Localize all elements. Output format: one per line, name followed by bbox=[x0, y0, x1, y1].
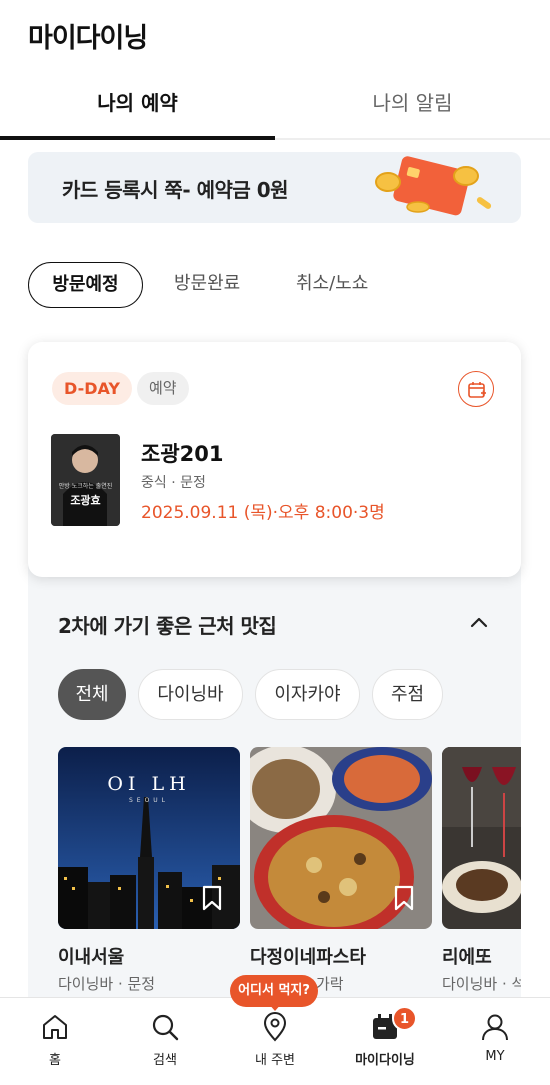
bubble-label: 어디서 먹지? bbox=[238, 983, 310, 998]
nav-home[interactable]: 홈 bbox=[0, 998, 110, 1085]
nav-my-label: MY bbox=[485, 1049, 505, 1064]
place-carousel[interactable]: OI LH SEOUL 이내서울 다이닝바 · 문정 다정이네파스타 가락 리에… bbox=[58, 747, 521, 997]
category-pub[interactable]: 주점 bbox=[372, 669, 443, 720]
place-image bbox=[250, 747, 432, 929]
calendar-add-icon bbox=[468, 382, 486, 398]
category-dining-bar[interactable]: 다이닝바 bbox=[138, 669, 243, 720]
nav-search[interactable]: 검색 bbox=[110, 998, 220, 1085]
restaurant-name: 조광201 bbox=[141, 442, 224, 466]
filter-upcoming[interactable]: 방문예정 bbox=[28, 262, 143, 308]
nav-nearby-label: 내 주변 bbox=[254, 1053, 295, 1068]
place-image bbox=[442, 747, 521, 929]
banner-text: 카드 등록시 쭉- 예약금 0원 bbox=[62, 178, 289, 202]
place-meta: 다이닝바 · 문정 bbox=[58, 975, 156, 993]
restaurant-meta: 중식 · 문정 bbox=[141, 475, 206, 491]
chef-portrait-image bbox=[51, 434, 120, 526]
nav-my-dining[interactable]: 1 마이다이닝 bbox=[330, 998, 440, 1085]
tab-my-reservations[interactable]: 나의 예약 bbox=[0, 70, 275, 140]
place-card[interactable]: 다정이네파스타 가락 bbox=[250, 747, 432, 993]
thumbnail-caption: 안방 노크하는 출연진 bbox=[58, 483, 113, 490]
wine-glasses-image bbox=[442, 747, 521, 929]
tab-my-notifications[interactable]: 나의 알림 bbox=[275, 70, 550, 140]
place-name: 이내서울 bbox=[58, 947, 125, 968]
reservation-card[interactable]: D-DAY 예약 안방 노크하는 출연진 조광효 조광201 중식 · 문정 2… bbox=[28, 342, 521, 577]
visit-filter-chips: 방문예정 방문완료 취소/노쇼 bbox=[28, 262, 528, 308]
page-title: 마이다이닝 bbox=[28, 23, 148, 54]
nav-nearby[interactable]: 내 주변 bbox=[220, 998, 330, 1085]
active-tab-indicator bbox=[0, 136, 275, 140]
place-meta: 가락 bbox=[316, 975, 344, 993]
category-izakaya[interactable]: 이자카야 bbox=[255, 669, 360, 720]
bookmark-icon[interactable] bbox=[394, 885, 414, 911]
bubble-tail bbox=[268, 1003, 282, 1011]
place-name: 리에또 bbox=[442, 947, 492, 968]
place-card[interactable]: OI LH SEOUL 이내서울 다이닝바 · 문정 bbox=[58, 747, 240, 993]
status-badge: 예약 bbox=[137, 372, 189, 405]
dday-badge: D-DAY bbox=[52, 372, 132, 405]
person-icon bbox=[482, 1014, 508, 1041]
nav-my-dining-label: 마이다이닝 bbox=[355, 1053, 415, 1068]
nav-home-label: 홈 bbox=[49, 1053, 61, 1068]
promo-banner[interactable]: 카드 등록시 쭉- 예약금 0원 bbox=[28, 152, 521, 223]
reservation-datetime: 2025.09.11 (목)·오후 8:00·3명 bbox=[141, 503, 385, 523]
card-coins-illustration bbox=[375, 156, 492, 216]
bookmark-icon[interactable] bbox=[202, 885, 222, 911]
search-icon bbox=[152, 1014, 179, 1041]
location-pin-icon bbox=[263, 1012, 287, 1042]
category-all[interactable]: 전체 bbox=[58, 669, 126, 720]
place-name: 다정이네파스타 bbox=[250, 947, 366, 968]
place-meta: 다이닝바 · 석 bbox=[442, 975, 521, 993]
thumbnail-name: 조광효 bbox=[70, 494, 101, 507]
nav-my[interactable]: MY bbox=[440, 998, 550, 1085]
filter-cancelled-noshow[interactable]: 취소/노쇼 bbox=[296, 262, 368, 308]
where-to-eat-bubble[interactable]: 어디서 먹지? bbox=[230, 975, 318, 1011]
add-to-calendar-button[interactable] bbox=[458, 371, 494, 407]
place-logo-subtext: SEOUL bbox=[128, 797, 170, 804]
nav-search-label: 검색 bbox=[153, 1053, 177, 1068]
place-card[interactable]: 리에또 다이닝바 · 석 bbox=[442, 747, 521, 993]
category-chips: 전체 다이닝바 이자카야 주점 bbox=[58, 669, 521, 721]
place-image: OI LH SEOUL bbox=[58, 747, 240, 929]
app-header: 마이다이닝 bbox=[0, 0, 550, 70]
notification-badge: 1 bbox=[392, 1006, 417, 1031]
main-tabs: 나의 예약 나의 알림 bbox=[0, 70, 550, 140]
place-logo-text: OI LH bbox=[107, 773, 191, 795]
chevron-up-icon[interactable] bbox=[468, 612, 490, 634]
nearby-section-title: 2차에 가기 좋은 근처 맛집 bbox=[58, 614, 277, 638]
filter-completed[interactable]: 방문완료 bbox=[174, 262, 240, 308]
restaurant-thumbnail: 안방 노크하는 출연진 조광효 bbox=[51, 434, 120, 526]
home-icon bbox=[43, 1015, 67, 1039]
